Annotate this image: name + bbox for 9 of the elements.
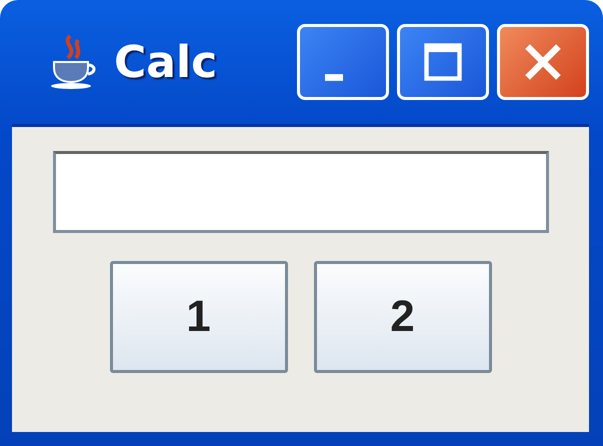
minimize-button[interactable] — [297, 24, 389, 100]
digit-button[interactable]: 1 — [110, 261, 288, 373]
coffee-cup-icon — [48, 34, 98, 90]
display-field[interactable] — [52, 151, 548, 233]
maximize-button[interactable] — [397, 24, 489, 100]
window-title: Calc — [114, 36, 218, 88]
minimize-icon — [325, 74, 343, 80]
digit-button[interactable]: 2 — [314, 261, 492, 373]
close-button[interactable] — [497, 24, 589, 100]
